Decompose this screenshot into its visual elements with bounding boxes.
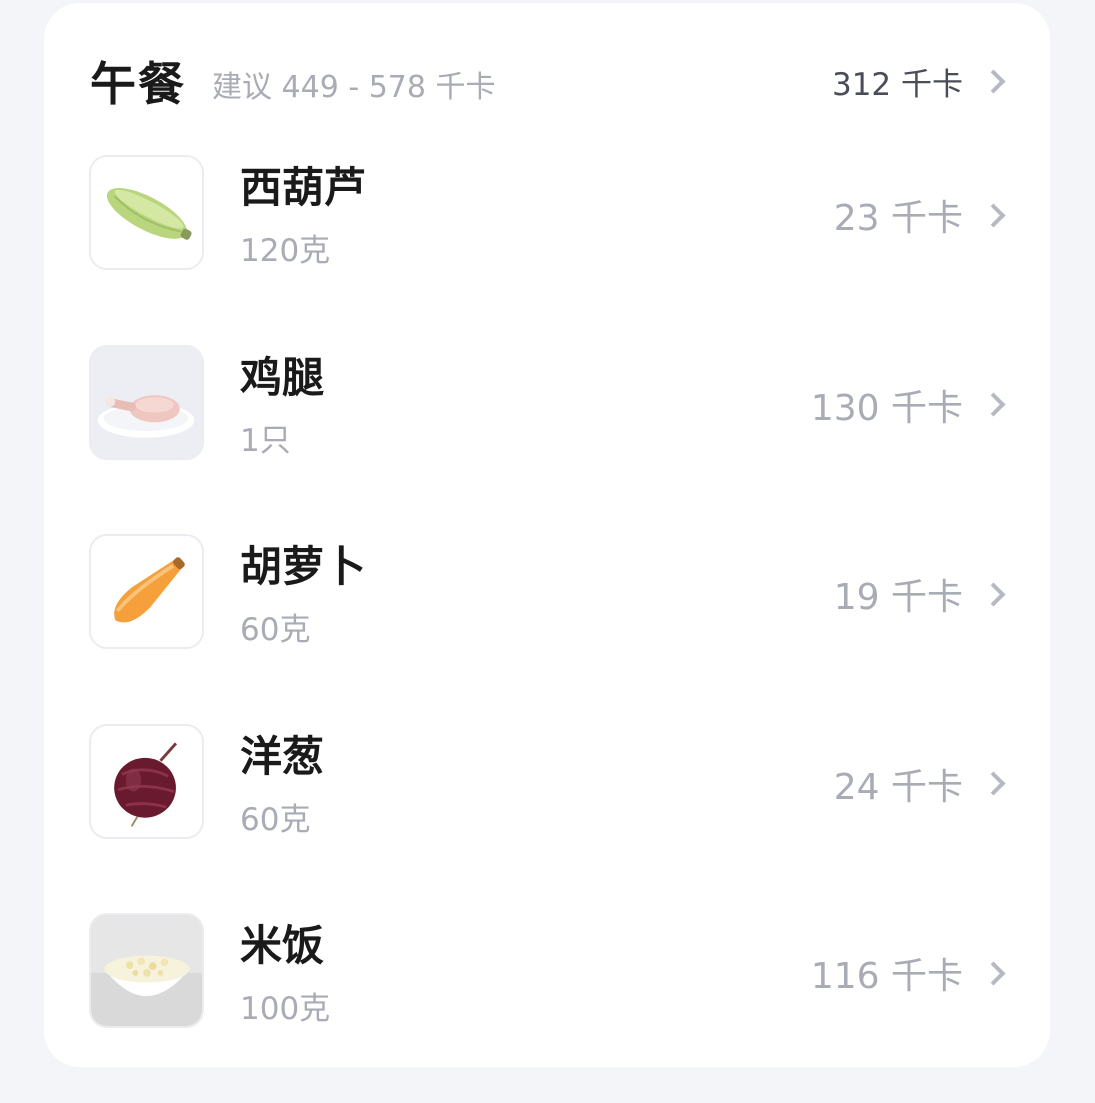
food-calories: 24 千卡 xyxy=(833,766,963,808)
food-name: 西葫芦 xyxy=(240,163,367,212)
food-list: 西葫芦 120克 23 千卡 鸡腿 1只 130 千卡 胡萝卜 60克 19 千… xyxy=(89,155,1008,1103)
chevron-right-icon xyxy=(981,960,1006,986)
food-amount: 100克 xyxy=(240,991,331,1027)
food-amount: 120克 xyxy=(240,233,331,269)
food-amount: 1只 xyxy=(240,422,291,459)
food-item-carrot[interactable]: 胡萝卜 60克 19 千卡 xyxy=(89,534,1008,724)
chevron-right-icon xyxy=(981,68,1006,94)
rice-bowl-icon xyxy=(89,913,204,1028)
chevron-right-icon xyxy=(981,771,1006,796)
food-item-onion[interactable]: 洋葱 60克 24 千卡 xyxy=(89,723,1008,914)
food-name: 洋葱 xyxy=(240,731,325,781)
carrot-icon xyxy=(89,534,204,649)
chicken-leg-icon xyxy=(89,344,204,460)
food-calories: 23 千卡 xyxy=(833,198,963,239)
meal-card: 午餐 建议 449 - 578 千卡 312 千卡 西葫芦 120克 23 千卡… xyxy=(44,3,1050,1067)
food-name: 胡萝卜 xyxy=(240,542,367,591)
meal-total-calories: 312 千卡 xyxy=(831,66,963,103)
food-name: 鸡腿 xyxy=(240,352,325,402)
food-item-rice[interactable]: 米饭 100克 116 千卡 xyxy=(89,913,1008,1103)
food-amount: 60克 xyxy=(240,612,311,648)
chevron-right-icon xyxy=(981,392,1006,417)
food-item-chicken-leg[interactable]: 鸡腿 1只 130 千卡 xyxy=(89,344,1008,535)
meal-total-button[interactable]: 312 千卡 xyxy=(832,59,1008,104)
zucchini-icon xyxy=(89,155,204,270)
food-item-zucchini[interactable]: 西葫芦 120克 23 千卡 xyxy=(89,155,1008,345)
food-calories: 130 千卡 xyxy=(810,387,963,429)
chevron-right-icon xyxy=(981,202,1006,228)
chevron-right-icon xyxy=(981,581,1006,607)
onion-icon xyxy=(89,723,204,839)
food-amount: 60克 xyxy=(240,801,311,838)
food-calories: 19 千卡 xyxy=(833,577,963,618)
meal-title: 午餐 xyxy=(90,57,186,111)
meal-header: 午餐 建议 449 - 578 千卡 312 千卡 xyxy=(90,47,1008,115)
food-calories: 116 千卡 xyxy=(810,956,963,997)
food-name: 米饭 xyxy=(240,921,325,970)
calorie-suggestion: 建议 449 - 578 千卡 xyxy=(212,70,496,105)
